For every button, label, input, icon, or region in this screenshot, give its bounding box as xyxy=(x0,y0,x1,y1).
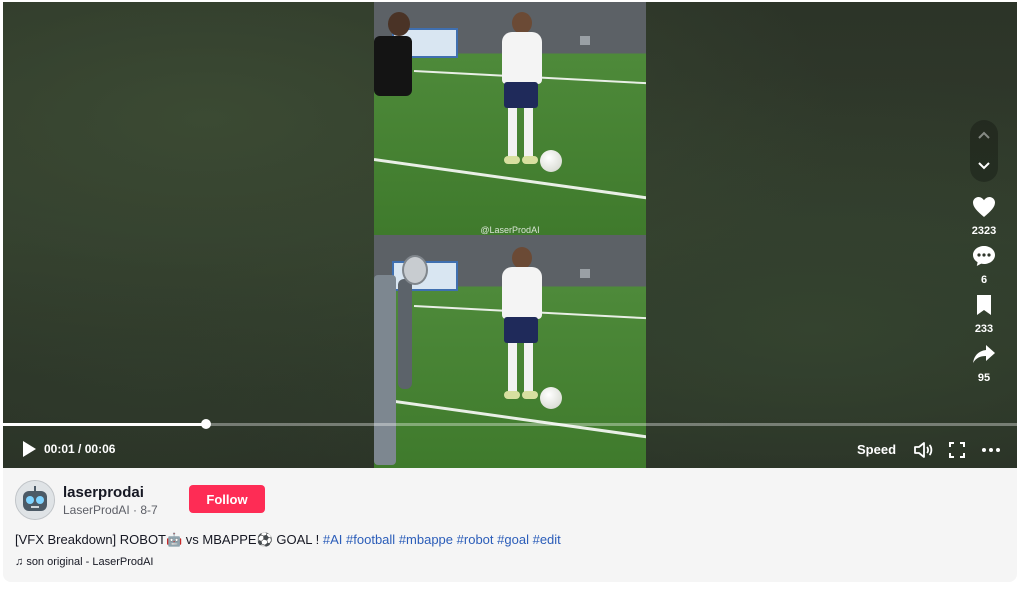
action-bar: 2323 6 233 95 xyxy=(969,120,999,392)
save-count: 233 xyxy=(974,323,994,335)
caption-text-before: [VFX Breakdown] ROBOT xyxy=(15,532,166,547)
like-button[interactable]: 2323 xyxy=(972,196,996,237)
more-options-icon[interactable] xyxy=(981,440,1001,460)
progress-thumb[interactable] xyxy=(200,419,211,429)
chevron-up-icon[interactable] xyxy=(977,127,991,145)
wall-box xyxy=(580,36,590,45)
fullscreen-icon[interactable] xyxy=(947,440,967,460)
time-separator: / xyxy=(74,442,85,456)
robot-emoji: 🤖 xyxy=(166,532,183,547)
video-navigation xyxy=(970,120,998,182)
subline-separator: · xyxy=(129,503,141,517)
save-button[interactable]: 233 xyxy=(974,294,994,335)
volume-icon[interactable] xyxy=(913,440,933,460)
video-watermark: @LaserProdAI xyxy=(480,225,540,235)
like-count: 2323 xyxy=(971,225,997,237)
avatar[interactable] xyxy=(15,480,55,520)
follow-button[interactable]: Follow xyxy=(189,485,265,513)
time-display: 00:01 / 00:06 xyxy=(44,442,115,456)
hashtag-link[interactable]: #robot xyxy=(457,532,494,547)
wall-box xyxy=(580,269,590,278)
sound-info[interactable]: ♫ son original - LaserProdAI xyxy=(15,556,154,568)
chevron-down-icon[interactable] xyxy=(977,158,991,176)
current-time: 00:01 xyxy=(44,442,75,456)
caption-text-after: GOAL ! xyxy=(272,532,323,547)
video-player[interactable]: @LaserProdAI 2323 6 233 95 00:01 / 00:06… xyxy=(3,2,1017,468)
football-emoji: ⚽ xyxy=(256,532,273,547)
video-caption: [VFX Breakdown] ROBOT🤖 vs MBAPPE⚽ GOAL !… xyxy=(15,532,561,548)
footballer-figure xyxy=(492,12,552,172)
post-date: 8-7 xyxy=(140,503,158,517)
bookmark-icon xyxy=(974,294,994,321)
heart-icon xyxy=(972,196,996,223)
comment-button[interactable]: 6 xyxy=(972,245,996,286)
username[interactable]: laserprodai xyxy=(63,484,144,501)
share-icon xyxy=(972,343,996,370)
author-subline: LaserProdAI · 8-7 xyxy=(63,503,158,517)
hashtag-link[interactable]: #mbappe xyxy=(399,532,453,547)
player-controls: 00:01 / 00:06 Speed xyxy=(3,432,1017,466)
football xyxy=(540,387,562,409)
progress-bar[interactable] xyxy=(3,419,1017,429)
football xyxy=(540,150,562,172)
speed-button[interactable]: Speed xyxy=(857,442,896,457)
duration: 00:06 xyxy=(84,442,116,456)
video-frame-top xyxy=(374,2,646,235)
comment-count: 6 xyxy=(980,274,988,286)
hashtag-link[interactable]: #AI xyxy=(323,532,343,547)
robot-avatar-icon xyxy=(16,481,54,519)
share-button[interactable]: 95 xyxy=(972,343,996,384)
music-note-icon: ♫ xyxy=(15,556,24,568)
sound-label: son original - LaserProdAI xyxy=(26,556,154,568)
hashtag-link[interactable]: #edit xyxy=(533,532,561,547)
hashtag-link[interactable]: #football xyxy=(346,532,395,547)
hashtag-link[interactable]: #goal xyxy=(497,532,529,547)
progress-fill xyxy=(3,423,206,426)
play-button[interactable] xyxy=(20,440,38,458)
footballer-figure xyxy=(492,247,552,407)
video-frame[interactable]: @LaserProdAI xyxy=(374,2,646,468)
comment-icon xyxy=(972,245,996,272)
caption-text-mid: vs MBAPPE xyxy=(182,532,257,547)
person-figure xyxy=(374,12,414,142)
author-nickname[interactable]: LaserProdAI xyxy=(63,503,130,517)
share-count: 95 xyxy=(977,372,991,384)
video-info: laserprodai LaserProdAI · 8-7 Follow [VF… xyxy=(3,468,1017,582)
